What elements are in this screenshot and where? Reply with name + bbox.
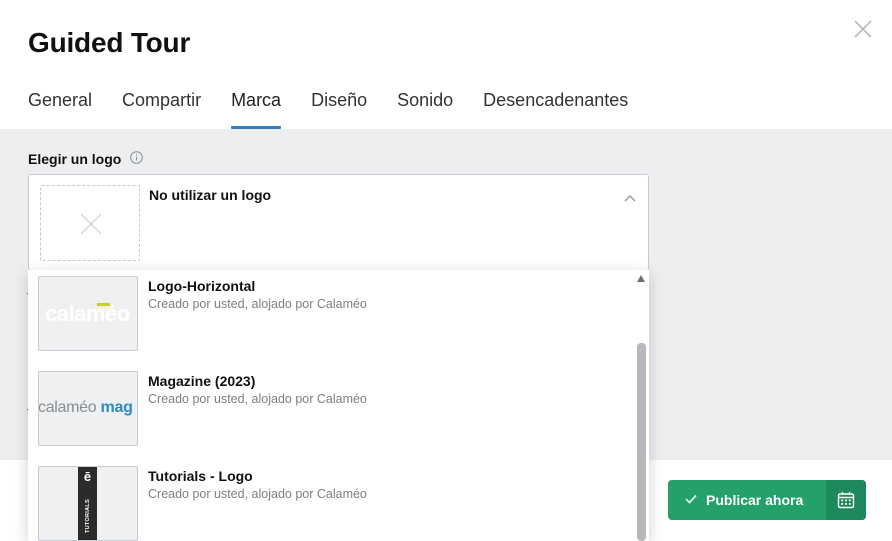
list-item[interactable]: calaméo mag Magazine (2023) Creado por u… [28, 365, 633, 460]
info-icon[interactable] [130, 151, 143, 164]
logo-thumbnail: calaméo [38, 276, 138, 351]
tab-sonido[interactable]: Sonido [397, 90, 453, 129]
calameo-logo: calaméo [45, 301, 130, 326]
logo-letter: ē [83, 469, 92, 484]
tutorials-logo: ē TUTORIALS [78, 467, 97, 540]
dialog-title: Guided Tour [28, 27, 191, 58]
tab-compartir[interactable]: Compartir [122, 90, 201, 129]
logo-select[interactable]: No utilizar un logo [28, 174, 649, 271]
tab-general[interactable]: General [28, 90, 92, 129]
tab-marca[interactable]: Marca [231, 90, 282, 129]
option-name: Logo-Horizontal [148, 278, 256, 294]
check-icon [685, 494, 697, 504]
no-logo-thumbnail [40, 185, 140, 261]
dialog-header: Guided Tour General Compartir Marca Dise… [0, 0, 892, 129]
schedule-button[interactable] [826, 480, 866, 520]
logo-thumbnail: ē TUTORIALS [38, 466, 138, 541]
logo-field-label: Elegir un logo [28, 151, 122, 167]
logo-vertical-text: TUTORIALS [85, 498, 91, 534]
list-item[interactable]: ē TUTORIALS Tutorials - Logo Creado por … [28, 460, 633, 541]
logo-word-accent: mag [100, 399, 133, 416]
logo-select-value: No utilizar un logo [149, 187, 272, 203]
logo-accent-mark [97, 303, 110, 306]
option-subtitle: Creado por usted, alojado por Calaméo [148, 392, 367, 406]
logo-dropdown-list: calaméo Logo-Horizontal Creado por usted… [28, 270, 649, 541]
tab-bar: General Compartir Marca Diseño Sonido De… [28, 90, 658, 129]
option-subtitle: Creado por usted, alojado por Calaméo [148, 297, 367, 311]
close-icon[interactable] [852, 18, 874, 40]
option-name: Tutorials - Logo [148, 468, 253, 484]
publish-now-button[interactable]: Publicar ahora [668, 480, 826, 520]
chevron-up-icon[interactable] [624, 189, 636, 202]
scroll-up-arrow-icon[interactable] [637, 275, 645, 282]
option-name: Magazine (2023) [148, 373, 256, 389]
publish-button-group: Publicar ahora [668, 480, 866, 520]
tab-desencadenantes[interactable]: Desencadenantes [483, 90, 628, 129]
tab-diseno[interactable]: Diseño [311, 90, 367, 129]
calendar-icon [837, 492, 855, 509]
logo-word: calaméo [38, 399, 97, 416]
scrollbar-thumb[interactable] [637, 343, 646, 541]
logo-thumbnail: calaméo mag [38, 371, 138, 446]
calameo-mag-logo: calaméo mag [38, 399, 133, 417]
publish-label: Publicar ahora [706, 492, 804, 508]
option-subtitle: Creado por usted, alojado por Calaméo [148, 487, 367, 501]
empty-x-icon [80, 213, 102, 235]
list-item[interactable]: calaméo Logo-Horizontal Creado por usted… [28, 270, 633, 365]
